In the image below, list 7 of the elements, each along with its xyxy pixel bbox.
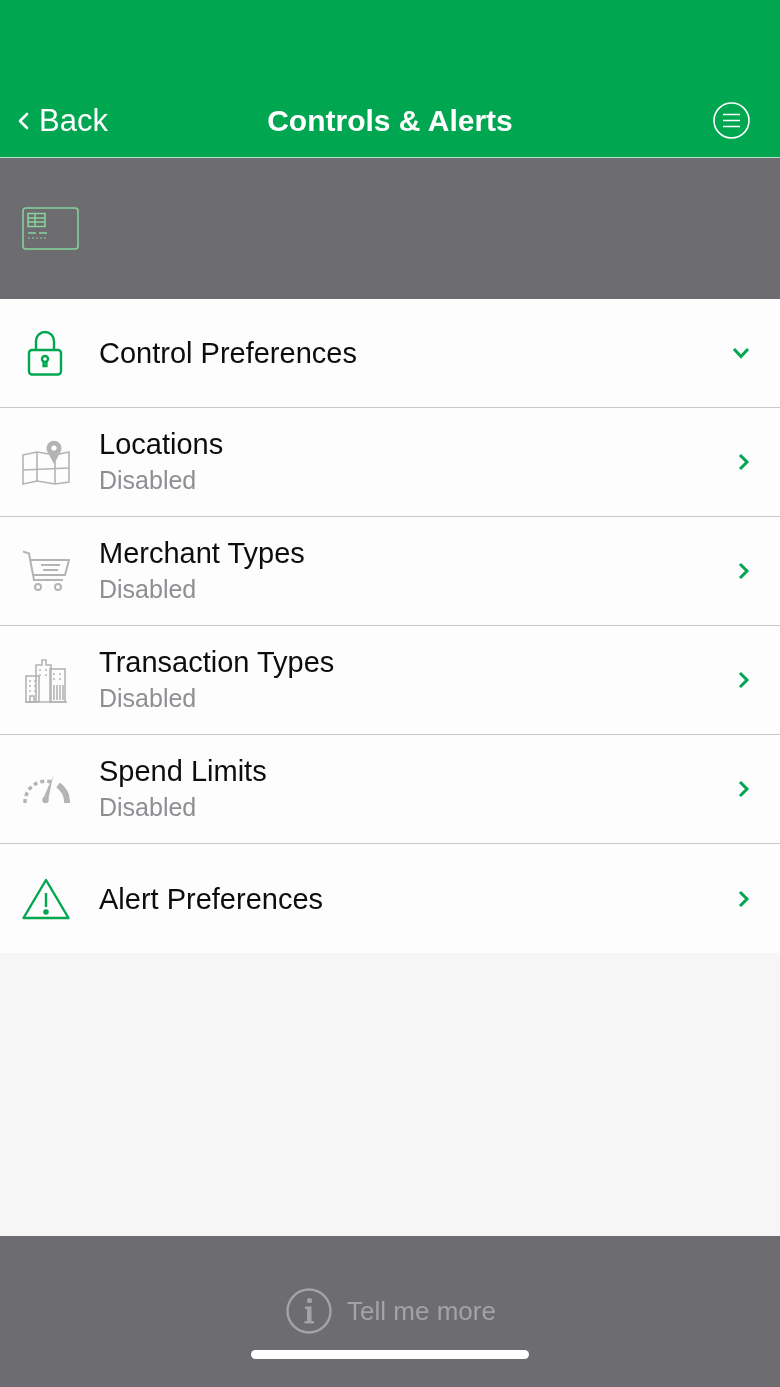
chevron-left-icon xyxy=(18,111,29,130)
menu-icon[interactable] xyxy=(713,102,750,139)
settings-row[interactable]: Alert Preferences xyxy=(0,844,780,953)
credit-card-icon xyxy=(22,207,79,250)
screen-title: Controls & Alerts xyxy=(267,102,513,139)
settings-row[interactable]: Control Preferences xyxy=(0,299,780,408)
info-icon xyxy=(286,1288,333,1334)
